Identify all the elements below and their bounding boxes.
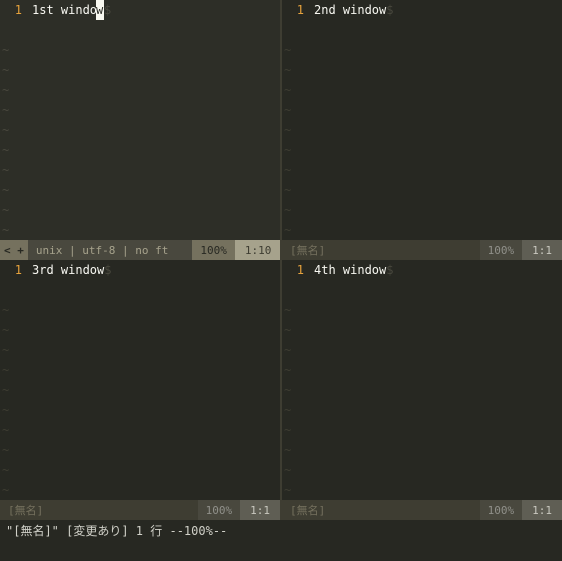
eol-marker: $ [104, 3, 111, 17]
text: 2nd window [314, 3, 386, 17]
cursor-position: 1:1 [522, 500, 562, 520]
pane-bottom-left[interactable]: 1 3rd window$ ~ ~ ~ ~ ~ ~ ~ ~ ~ ~ [0, 260, 280, 500]
editor-grid: 1 1st window$ ~ ~ ~ ~ ~ ~ ~ ~ ~ ~ 1 2nd … [0, 0, 562, 561]
file-info: unix | utf-8 | no ft [28, 240, 176, 260]
line-number: 1 [0, 260, 22, 280]
gutter: 1 [282, 260, 310, 280]
pane-top-left[interactable]: 1 1st window$ ~ ~ ~ ~ ~ ~ ~ ~ ~ ~ [0, 0, 280, 240]
line-number: 1 [282, 260, 304, 280]
eol-marker: $ [104, 263, 111, 277]
gutter: 1 [0, 260, 28, 280]
gutter: 1 [282, 0, 310, 20]
text: 4th window [314, 263, 386, 277]
line-number: 1 [282, 0, 304, 20]
eol-marker: $ [386, 3, 393, 17]
buffer-name: [無名] [282, 500, 333, 520]
buffer-name: [無名] [282, 240, 333, 260]
empty-lines: ~ ~ ~ ~ ~ ~ ~ ~ ~ ~ [2, 280, 9, 500]
statusline-top-left: < + unix | utf-8 | no ft 100% 1:10 [0, 240, 280, 260]
statusline-bottom-left: [無名] 100% 1:1 [0, 500, 280, 520]
statusline-top-right: [無名] 100% 1:1 [282, 240, 562, 260]
line-number: 1 [0, 0, 22, 20]
buffer-text[interactable]: 1st window$ [32, 0, 276, 20]
empty-lines: ~ ~ ~ ~ ~ ~ ~ ~ ~ ~ [284, 20, 291, 240]
buffer-name: [無名] [0, 500, 51, 520]
pane-top-right[interactable]: 1 2nd window$ ~ ~ ~ ~ ~ ~ ~ ~ ~ ~ [282, 0, 562, 240]
buffer-text[interactable]: 4th window$ [314, 260, 558, 280]
percent: 100% [480, 500, 523, 520]
spacer [333, 240, 479, 260]
cursor-position: 1:1 [240, 500, 280, 520]
buffer-text[interactable]: 3rd window$ [32, 260, 276, 280]
spacer [333, 500, 479, 520]
empty-lines: ~ ~ ~ ~ ~ ~ ~ ~ ~ ~ [2, 20, 9, 240]
pane-bottom-right[interactable]: 1 4th window$ ~ ~ ~ ~ ~ ~ ~ ~ ~ ~ [282, 260, 562, 500]
text-before-cursor: 1st windo [32, 3, 97, 17]
percent: 100% [480, 240, 523, 260]
command-line[interactable]: "[無名]" [変更あり] 1 行 --100%-- [0, 520, 562, 561]
cursor-position: 1:10 [235, 240, 280, 260]
cursor-position: 1:1 [522, 240, 562, 260]
spacer [176, 240, 192, 260]
gutter: 1 [0, 0, 28, 20]
statusline-bottom-right: [無名] 100% 1:1 [282, 500, 562, 520]
percent: 100% [192, 240, 235, 260]
buffer-text[interactable]: 2nd window$ [314, 0, 558, 20]
eol-marker: $ [386, 263, 393, 277]
percent: 100% [198, 500, 241, 520]
cursor: w [96, 0, 104, 20]
empty-lines: ~ ~ ~ ~ ~ ~ ~ ~ ~ ~ [284, 280, 291, 500]
mode-indicator: < + [0, 240, 28, 260]
text: 3rd window [32, 263, 104, 277]
spacer [51, 500, 197, 520]
